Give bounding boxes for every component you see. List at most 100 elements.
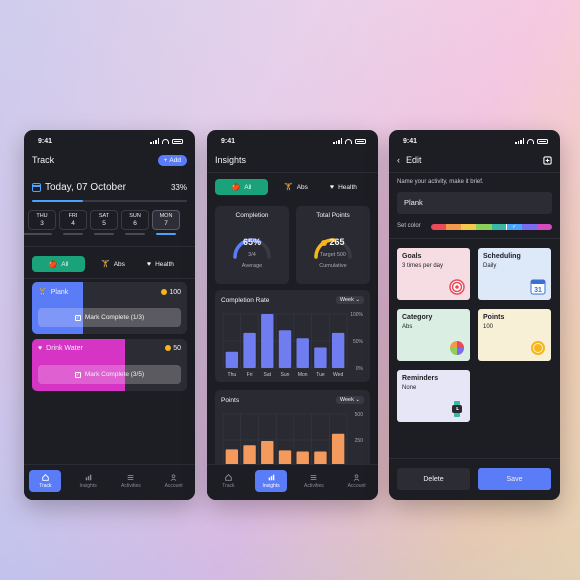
x-tick-label: Mon (298, 372, 308, 378)
filter-all[interactable]: 🍎 All (32, 256, 85, 272)
add-button[interactable]: + Add (157, 154, 187, 166)
mark-complete-button[interactable]: ✓ Mark Complete (3/5) (38, 365, 181, 384)
tab-activities[interactable]: Activities (115, 470, 147, 492)
color-swatch[interactable] (446, 224, 462, 230)
delete-button[interactable]: Delete (397, 468, 470, 490)
color-swatch[interactable]: ✓ (505, 224, 523, 230)
activity-card-drink-water[interactable]: ♥ Drink Water 50 ✓ Mark Complete (3/5) (32, 339, 187, 391)
filter-abs[interactable]: 🏋 Abs (278, 179, 314, 195)
tab-bar: Track Insights Activities Account (24, 464, 195, 500)
tab-track[interactable]: Track (29, 470, 62, 492)
status-time: 9:41 (38, 137, 53, 145)
set-color-label: Set color (397, 223, 421, 229)
day-number: 4 (71, 220, 75, 227)
filter-abs[interactable]: 🏋 Abs (95, 256, 131, 272)
week-dropdown[interactable]: Week ⌄ (335, 296, 364, 304)
page-title: Insights (215, 155, 247, 165)
activity-card-plank[interactable]: 🏋 Plank 100 ✓ Mark Complete (1/3) (32, 282, 187, 334)
divider (389, 458, 560, 459)
bar-chart-icon (85, 474, 91, 480)
color-swatch[interactable] (491, 224, 507, 230)
user-icon (170, 473, 177, 481)
tab-account[interactable]: Account (341, 470, 373, 492)
activity-name: Plank (50, 288, 69, 296)
color-swatch[interactable] (521, 224, 537, 230)
y-tick-label: 0% (356, 366, 364, 372)
tab-account[interactable]: Account (158, 470, 190, 492)
add-field-icon[interactable] (543, 155, 552, 165)
checkbox-icon: ✓ (74, 371, 81, 378)
filter-all[interactable]: 🍎 All (215, 179, 268, 195)
wifi-icon (527, 138, 534, 144)
day-indicator (63, 233, 83, 235)
progress-bar (32, 200, 187, 202)
day-number: 5 (102, 220, 106, 227)
mark-complete-label: Mark Complete (1/3) (84, 314, 145, 321)
activity-name-input[interactable]: Plank (397, 192, 552, 214)
color-swatch[interactable] (461, 224, 477, 230)
day-sun[interactable]: SUN 6 (121, 210, 149, 230)
wifi-icon (345, 138, 352, 144)
day-sat[interactable]: SAT 5 (90, 210, 118, 230)
coin-icon (161, 288, 168, 295)
bar-sat (261, 441, 274, 466)
chart-title: Completion Rate (221, 296, 270, 304)
day-fri[interactable]: FRI 4 (59, 210, 87, 230)
color-picker[interactable]: ✓ (431, 224, 552, 230)
x-tick-label: Fri (247, 372, 253, 378)
progress-fill (32, 200, 84, 202)
name-prompt: Name your activity, make it brief. (397, 179, 484, 185)
calendar-icon (32, 183, 41, 192)
filter-bar: 🍎 All 🏋 Abs ♥ Health (32, 256, 195, 272)
day-mon[interactable]: MON 7 (152, 210, 180, 230)
filter-health[interactable]: ♥ Health (324, 179, 363, 195)
bar-chart-icon (268, 474, 274, 480)
y-tick-label: 500 (355, 412, 364, 418)
day-name: SAT (98, 213, 110, 219)
header: Track + Add (32, 154, 187, 166)
mark-complete-button[interactable]: ✓ Mark Complete (1/3) (38, 308, 181, 327)
completion-card: Completion 65% 3/4 Average (215, 206, 289, 284)
status-icons (515, 138, 548, 144)
coin-icon (165, 345, 172, 352)
tab-insights[interactable]: Insights (72, 470, 104, 492)
status-time: 9:41 (403, 137, 418, 145)
bar-sun (278, 330, 292, 368)
tab-track[interactable]: Track (212, 470, 244, 492)
day-number: 6 (133, 220, 137, 227)
day-number: 7 (164, 220, 168, 227)
checkbox-icon: ✓ (74, 314, 81, 321)
color-swatch[interactable] (536, 224, 552, 230)
day-thu[interactable]: THU 3 (28, 210, 56, 230)
divider (389, 238, 560, 239)
page-title: Track (32, 155, 55, 165)
bar-fri (243, 332, 256, 368)
header: ‹ Edit (397, 154, 552, 166)
x-tick-label: Thu (228, 372, 237, 378)
completion-rate-chart: 100% 50% 0% Thu Fri Sat Sun Mon Tue Wed Completio… (215, 290, 370, 382)
scheduling-tile[interactable]: Scheduling Daily 31 (478, 248, 551, 300)
filter-label: All (61, 260, 69, 268)
back-chevron-icon[interactable]: ‹ (397, 155, 400, 165)
filter-health[interactable]: ♥ Health (141, 256, 180, 272)
tab-insights[interactable]: Insights (255, 470, 288, 492)
battery-icon (172, 138, 183, 144)
color-swatch[interactable] (431, 224, 447, 230)
week-dropdown[interactable]: Week ⌄ (335, 396, 364, 404)
total-points-foot: Cumulative (319, 263, 347, 269)
list-icon (311, 474, 317, 480)
tab-label: Track (222, 482, 235, 489)
reminders-tile[interactable]: Reminders None (397, 370, 470, 422)
category-tile[interactable]: Category Abs (397, 309, 470, 361)
total-points-card: Total Points 265 Target 500 Cumulative (296, 206, 370, 284)
color-swatch[interactable] (476, 224, 492, 230)
goals-tile[interactable]: Goals 3 times per day (397, 248, 470, 300)
tile-title: Reminders (402, 375, 439, 382)
total-points-number: 265 (329, 237, 345, 247)
status-time: 9:41 (221, 137, 236, 145)
save-button[interactable]: Save (478, 468, 551, 490)
tile-subtitle: None (402, 385, 417, 391)
points-tile[interactable]: Points 100 (478, 309, 551, 361)
bar-sat (261, 314, 274, 368)
tab-activities[interactable]: Activities (298, 470, 330, 492)
